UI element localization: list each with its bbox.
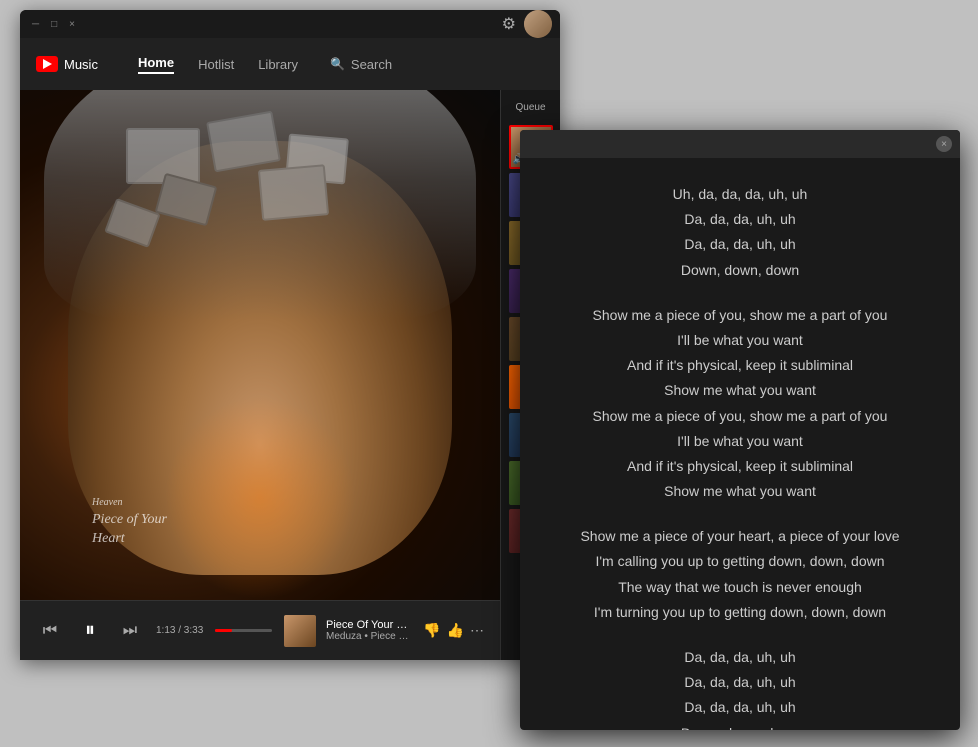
track-actions: 👎 👍 ⋯: [423, 622, 484, 639]
lyric-line: Show me a piece of your heart, a piece o…: [552, 524, 928, 549]
dislike-button[interactable]: 👎: [423, 622, 440, 639]
lyrics-close-button[interactable]: ×: [936, 136, 952, 152]
main-content: Heaven Piece of Your Heart: [20, 90, 560, 660]
lyrics-titlebar: ×: [520, 130, 960, 158]
search-box[interactable]: 🔍 Search: [330, 57, 392, 72]
lyric-line: Down, down, down: [552, 721, 928, 730]
skip-forward-button[interactable]: ⏭: [116, 617, 144, 645]
lyric-line: Da, da, da, uh, uh: [552, 207, 928, 232]
progress-bar[interactable]: [215, 629, 272, 632]
lyric-line: Show me a piece of you, show me a part o…: [552, 303, 928, 328]
nav-library[interactable]: Library: [258, 57, 298, 72]
yt-music-logo: Music: [36, 56, 98, 72]
user-avatar[interactable]: [524, 10, 552, 38]
lyric-line: Da, da, da, uh, uh: [552, 695, 928, 720]
album-art-display: Heaven Piece of Your Heart: [20, 90, 500, 600]
track-thumbnail: [284, 615, 316, 647]
youtube-music-window: ─ □ × ⚙ Music Home Hotlist Library 🔍 Sea…: [20, 10, 560, 660]
lyric-line: Show me a piece of you, show me a part o…: [552, 404, 928, 429]
minimize-btn[interactable]: ─: [32, 19, 39, 30]
skip-back-button[interactable]: ⏮: [36, 617, 64, 645]
progress-fill: [215, 629, 232, 632]
maximize-btn[interactable]: □: [51, 19, 57, 30]
like-button[interactable]: 👍: [447, 622, 464, 639]
nav-hotlist[interactable]: Hotlist: [198, 57, 234, 72]
lyric-line: I'm calling you up to getting down, down…: [552, 549, 928, 574]
track-info: Piece Of Your Heart Meduza • Piece Of Yo…: [284, 615, 484, 647]
settings-icon[interactable]: ⚙: [502, 14, 516, 34]
time-display: 1:13 / 3:33: [156, 625, 203, 636]
close-btn[interactable]: ×: [69, 19, 75, 30]
orange-glow: [164, 396, 356, 600]
video-main-area: Heaven Piece of Your Heart: [20, 90, 500, 660]
more-button[interactable]: ⋯: [470, 622, 484, 639]
lyrics-content[interactable]: Uh, da, da, da, uh, uhDa, da, da, uh, uh…: [520, 158, 960, 730]
lyric-line: I'm turning you up to getting down, down…: [552, 600, 928, 625]
queue-header: Queue: [515, 98, 545, 121]
window-titlebar: ─ □ × ⚙: [20, 10, 560, 38]
lyric-line: And if it's physical, keep it subliminal: [552, 454, 928, 479]
track-text: Piece Of Your Heart Meduza • Piece Of Yo…: [326, 619, 413, 642]
lyric-spacer: [552, 283, 928, 303]
pause-button[interactable]: ⏸: [76, 617, 104, 645]
lyrics-window: × Uh, da, da, da, uh, uhDa, da, da, uh, …: [520, 130, 960, 730]
nav-home[interactable]: Home: [138, 55, 174, 74]
lyric-line: Da, da, da, uh, uh: [552, 645, 928, 670]
lyric-line: Show me what you want: [552, 479, 928, 504]
lyric-line: Down, down, down: [552, 258, 928, 283]
lyric-spacer: [552, 504, 928, 524]
graffiti-overlay: Heaven Piece of Your Heart: [92, 496, 167, 549]
navigation-bar: Music Home Hotlist Library 🔍 Search: [20, 38, 560, 90]
lyric-line: Da, da, da, uh, uh: [552, 670, 928, 695]
track-title: Piece Of Your Heart: [326, 619, 413, 631]
track-artist: Meduza • Piece Of Your Heart • 2019: [326, 631, 413, 642]
search-label: Search: [351, 57, 392, 72]
player-controls: ⏮ ⏸ ⏭ 1:13 / 3:33 Piece Of Your Heart Me…: [20, 600, 500, 660]
lyric-line: I'll be what you want: [552, 429, 928, 454]
lyric-line: Show me what you want: [552, 378, 928, 403]
cameras-overlay: [92, 116, 428, 371]
lyric-line: Uh, da, da, da, uh, uh: [552, 182, 928, 207]
logo-text: Music: [64, 57, 98, 72]
lyric-line: The way that we touch is never enough: [552, 575, 928, 600]
lyric-line: And if it's physical, keep it subliminal: [552, 353, 928, 378]
video-player[interactable]: Heaven Piece of Your Heart: [20, 90, 500, 600]
youtube-icon: [36, 56, 58, 72]
lyric-spacer: [552, 625, 928, 645]
lyric-line: Da, da, da, uh, uh: [552, 232, 928, 257]
lyric-line: I'll be what you want: [552, 328, 928, 353]
search-icon: 🔍: [330, 57, 345, 71]
